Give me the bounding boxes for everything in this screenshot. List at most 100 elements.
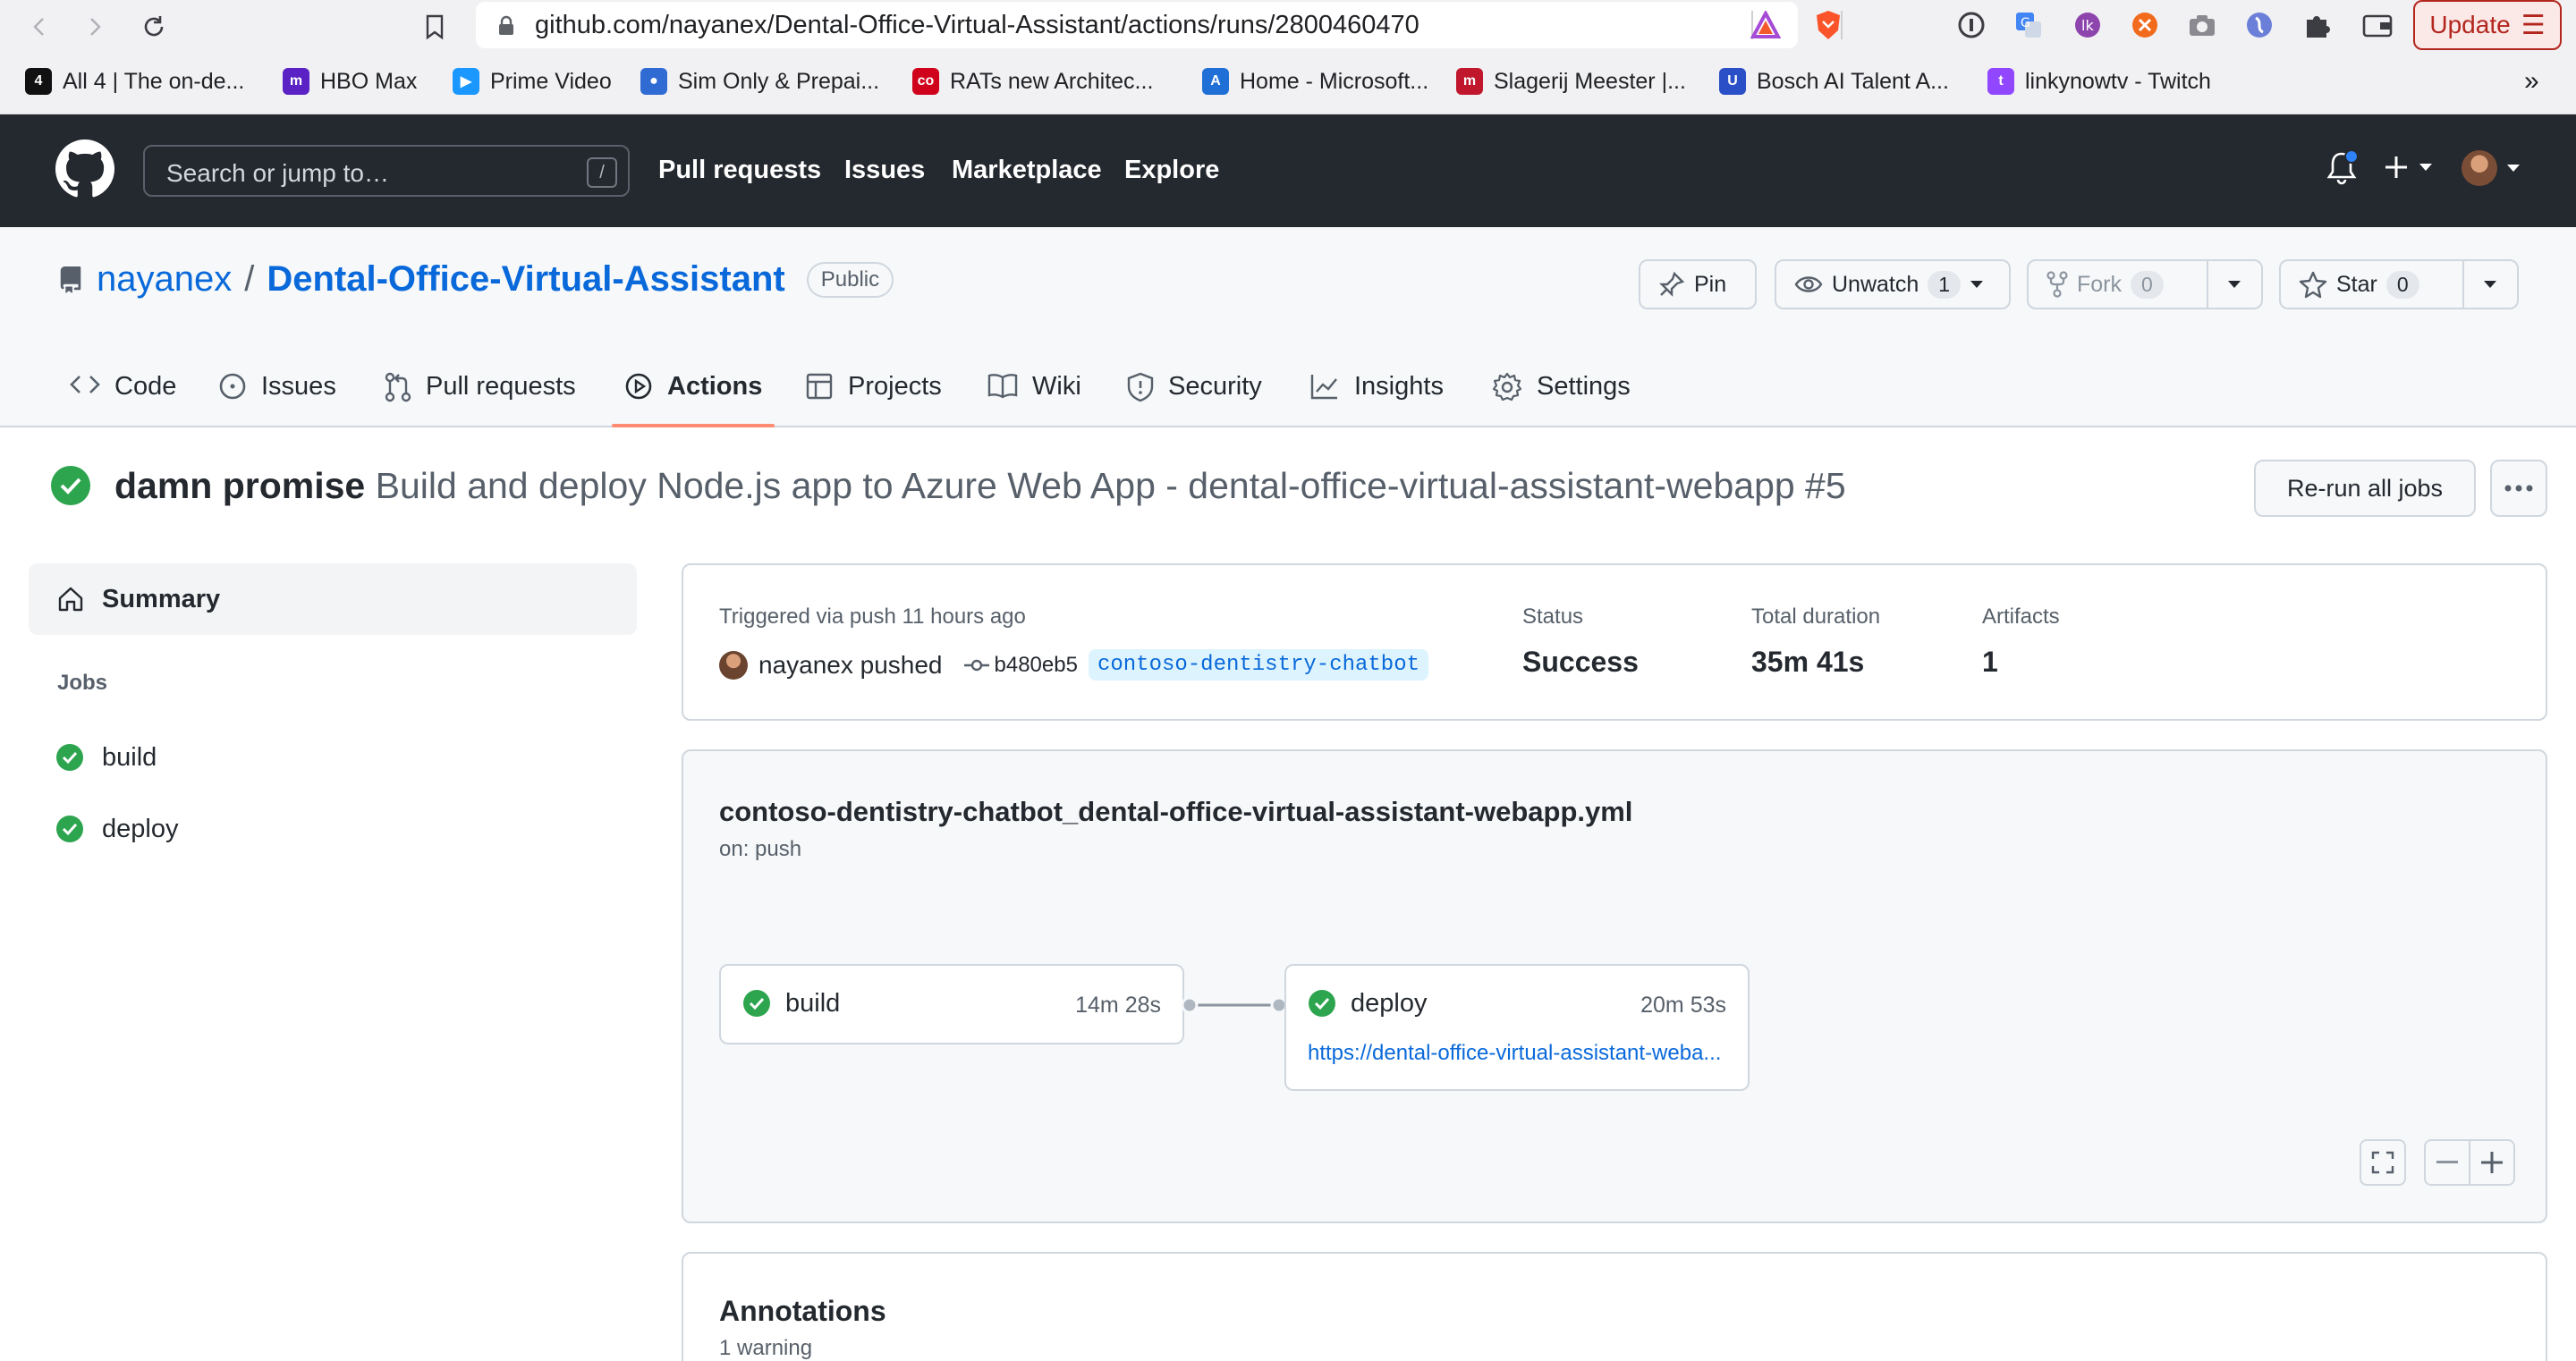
deployment-url-link[interactable]: https://dental-office-virtual-assistant-… bbox=[1308, 1041, 1728, 1066]
address-bar[interactable]: github.com/nayanex/Dental-Office-Virtual… bbox=[476, 2, 1798, 48]
more-options-button[interactable] bbox=[2490, 460, 2547, 517]
camera-extension-icon[interactable] bbox=[2186, 9, 2218, 41]
job-card-build[interactable]: build 14m 28s bbox=[719, 964, 1184, 1044]
bookmark-page-button[interactable] bbox=[415, 7, 454, 46]
bookmark-item[interactable]: t linkynowtv - Twitch bbox=[1987, 61, 2211, 102]
repo-name-link[interactable]: Dental-Office-Virtual-Assistant bbox=[267, 259, 784, 300]
nav-pull-requests[interactable]: Pull requests bbox=[658, 156, 821, 185]
tab-insights[interactable]: Insights bbox=[1309, 359, 1444, 427]
workflow-run-title: Build and deploy Node.js app to Azure We… bbox=[375, 465, 1846, 506]
translate-extension-icon[interactable]: G bbox=[2012, 9, 2045, 41]
bookmark-item[interactable]: m Slagerij Meester |... bbox=[1456, 61, 1686, 102]
jobs-heading: Jobs bbox=[57, 671, 108, 695]
github-logo-icon[interactable] bbox=[55, 139, 114, 199]
tab-settings[interactable]: Settings bbox=[1492, 359, 1631, 427]
bookmark-favicon-icon: U bbox=[1719, 68, 1746, 95]
star-button[interactable]: Star 0 bbox=[2279, 259, 2519, 309]
user-menu[interactable] bbox=[2462, 150, 2521, 186]
search-input[interactable]: Search or jump to… / bbox=[143, 145, 630, 197]
bookmark-item[interactable]: ● Sim Only & Prepai... bbox=[640, 61, 879, 102]
gear-icon bbox=[1492, 372, 1522, 402]
zoom-out-button[interactable] bbox=[2424, 1139, 2470, 1186]
bookmark-favicon-icon: t bbox=[1987, 68, 2014, 95]
caret-down-icon bbox=[2228, 281, 2241, 288]
tab-issues[interactable]: Issues bbox=[218, 359, 336, 427]
create-new-menu[interactable] bbox=[2383, 154, 2433, 181]
nav-marketplace[interactable]: Marketplace bbox=[952, 156, 1102, 185]
repo-owner-link[interactable]: nayanex bbox=[97, 259, 232, 300]
status-label: Status bbox=[1522, 604, 1584, 629]
pin-button[interactable]: Pin bbox=[1639, 259, 1757, 309]
branch-label[interactable]: contoso-dentistry-chatbot bbox=[1088, 649, 1429, 680]
reload-icon bbox=[144, 16, 164, 37]
nav-issues[interactable]: Issues bbox=[844, 156, 925, 185]
tab-security[interactable]: Security bbox=[1127, 359, 1262, 427]
tab-pull-requests[interactable]: Pull requests bbox=[385, 359, 576, 427]
repo-separator: / bbox=[244, 259, 255, 299]
commit-sha-link[interactable]: b480eb5 bbox=[963, 652, 1078, 678]
notifications-bell-icon[interactable] bbox=[2326, 150, 2358, 186]
bookmark-item[interactable]: A Home - Microsoft... bbox=[1202, 61, 1428, 102]
more-bookmarks-button[interactable]: » bbox=[2524, 61, 2539, 102]
unwatch-button[interactable]: Unwatch 1 bbox=[1775, 259, 2011, 309]
bookmark-label: Home - Microsoft... bbox=[1240, 68, 1429, 94]
lock-icon bbox=[499, 15, 513, 35]
bookmark-item[interactable]: U Bosch AI Talent A... bbox=[1719, 61, 1949, 102]
bookmark-label: Slagerij Meester |... bbox=[1494, 68, 1686, 94]
tab-code[interactable]: Code bbox=[70, 359, 176, 427]
bookmark-item[interactable]: m HBO Max bbox=[283, 61, 417, 102]
brave-shield-icon[interactable] bbox=[1812, 9, 1844, 41]
success-check-icon bbox=[51, 466, 90, 505]
forward-button[interactable] bbox=[75, 7, 114, 46]
bookmark-item[interactable]: ▶ Prime Video bbox=[453, 61, 612, 102]
play-circle-icon bbox=[625, 373, 652, 400]
tab-actions[interactable]: Actions bbox=[611, 359, 775, 427]
kebab-horizontal-icon bbox=[2504, 485, 2533, 492]
fork-icon bbox=[2046, 271, 2068, 298]
bookmark-favicon-icon: ▶ bbox=[453, 68, 479, 95]
browser-update-button[interactable]: Update ☰ bbox=[2413, 0, 2562, 50]
workflow-graph-box: contoso-dentistry-chatbot_dental-office-… bbox=[682, 749, 2547, 1223]
brave-rewards-icon[interactable] bbox=[1750, 9, 1782, 41]
shield-icon bbox=[1127, 372, 1154, 402]
workflow-trigger: on: push bbox=[719, 837, 802, 861]
job-card-deploy[interactable]: deploy 20m 53s https://dental-office-vir… bbox=[1284, 964, 1750, 1091]
watch-count: 1 bbox=[1928, 270, 1962, 299]
triggered-text: Triggered via push 11 hours ago bbox=[719, 604, 1026, 629]
nav-explore[interactable]: Explore bbox=[1124, 156, 1219, 185]
wallet-icon[interactable] bbox=[2361, 9, 2394, 41]
extension-orange-icon[interactable] bbox=[2129, 9, 2161, 41]
fullscreen-icon bbox=[2371, 1151, 2394, 1174]
rerun-all-jobs-button[interactable]: Re-run all jobs bbox=[2254, 460, 2476, 517]
extension-purple-icon[interactable]: lk bbox=[2072, 9, 2104, 41]
sidebar-item-summary[interactable]: Summary bbox=[29, 563, 637, 635]
fork-count: 0 bbox=[2131, 270, 2164, 299]
zoom-in-button[interactable] bbox=[2469, 1139, 2515, 1186]
star-list-dropdown[interactable] bbox=[2462, 261, 2517, 308]
bookmark-icon bbox=[426, 14, 444, 40]
graph-icon bbox=[1310, 375, 1337, 400]
extension-blue-icon[interactable] bbox=[2243, 9, 2275, 41]
tab-projects[interactable]: Projects bbox=[805, 359, 942, 427]
sidebar-job-deploy[interactable]: deploy bbox=[55, 807, 178, 851]
svg-text:lk: lk bbox=[2081, 17, 2094, 34]
reload-button[interactable] bbox=[134, 7, 174, 46]
fork-dropdown[interactable] bbox=[2206, 261, 2261, 308]
fork-button[interactable]: Fork 0 bbox=[2027, 259, 2263, 309]
commit-sha: b480eb5 bbox=[994, 652, 1078, 677]
bookmark-item[interactable]: 4 All 4 | The on-de... bbox=[25, 61, 244, 102]
workflow-file-name[interactable]: contoso-dentistry-chatbot_dental-office-… bbox=[719, 796, 1632, 828]
github-header: Search or jump to… / Pull requests Issue… bbox=[0, 114, 2576, 227]
job-connector bbox=[1181, 996, 1288, 1014]
puzzle-extensions-icon[interactable] bbox=[2301, 9, 2333, 41]
commit-icon bbox=[963, 659, 989, 671]
bookmark-favicon-icon: m bbox=[283, 68, 309, 95]
fullscreen-button[interactable] bbox=[2360, 1139, 2406, 1186]
sidebar-job-build[interactable]: build bbox=[55, 735, 157, 780]
bookmark-item[interactable]: co RATs new Architec... bbox=[912, 61, 1153, 102]
onepassword-extension-icon[interactable] bbox=[1955, 9, 1987, 41]
artifacts-value[interactable]: 1 bbox=[1982, 646, 1998, 679]
back-button[interactable] bbox=[20, 7, 59, 46]
actor-text[interactable]: nayanex pushed bbox=[758, 651, 943, 680]
tab-wiki[interactable]: Wiki bbox=[987, 359, 1081, 427]
